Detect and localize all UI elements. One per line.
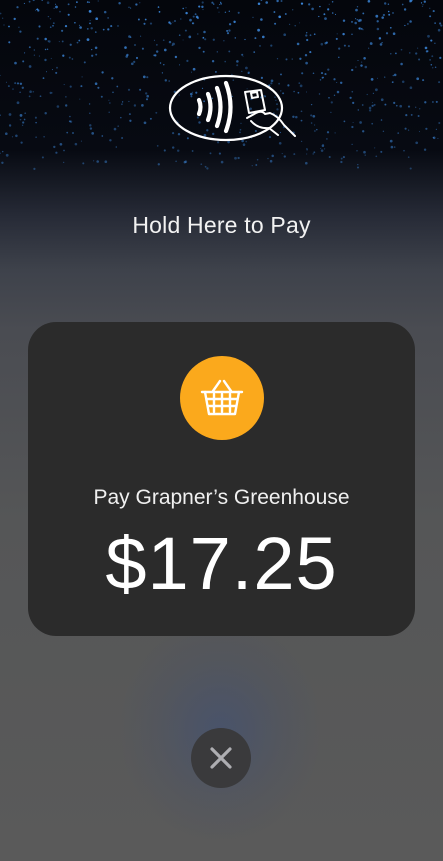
close-icon: [210, 747, 232, 769]
cancel-button[interactable]: [191, 728, 251, 788]
merchant-name: Pay Grapner’s Greenhouse: [93, 486, 350, 509]
contactless-pay-icon: [168, 74, 296, 142]
merchant-logo: [180, 356, 264, 440]
payment-amount: $17.25: [105, 522, 338, 605]
hold-to-pay-title: Hold Here to Pay: [132, 212, 311, 238]
shopping-basket-icon: [200, 379, 244, 416]
